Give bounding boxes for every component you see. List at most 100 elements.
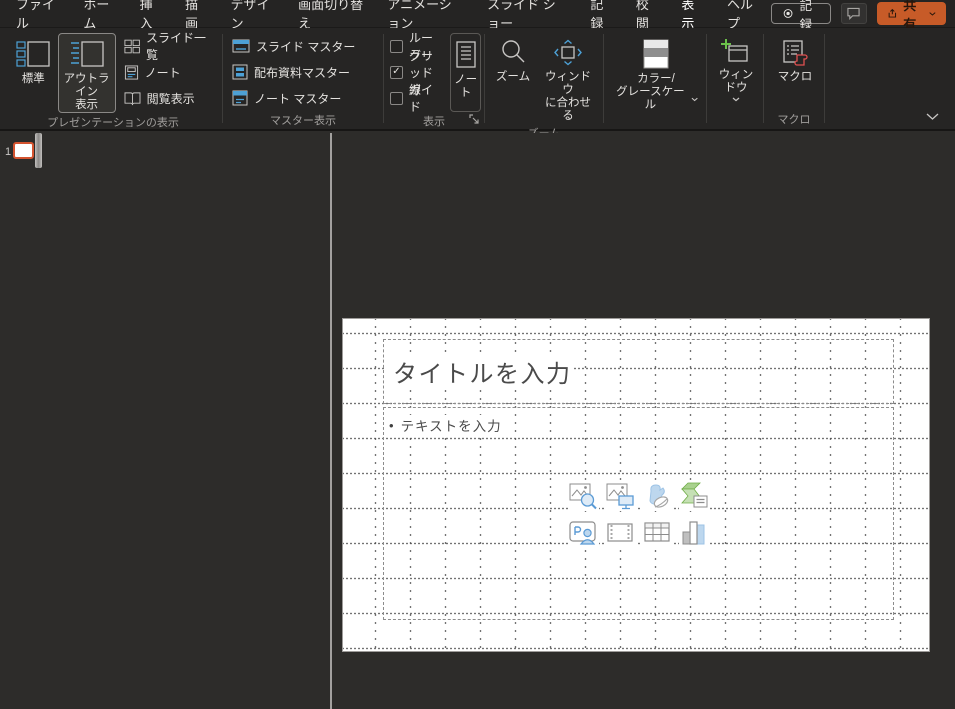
- text-cursor: [35, 133, 42, 168]
- comment-icon: [847, 7, 860, 20]
- tab-home[interactable]: ホーム: [71, 0, 127, 31]
- normal-view-button[interactable]: 標準: [9, 33, 58, 87]
- zoom-icon: [502, 40, 525, 63]
- handout-master-icon: [232, 64, 248, 80]
- group-label-macros: マクロ: [777, 114, 811, 126]
- ribbon-separator: [706, 34, 707, 123]
- tab-help[interactable]: ヘルプ: [715, 0, 771, 31]
- title-placeholder-text: タイトルを入力: [384, 354, 572, 389]
- tab-file[interactable]: ファイル: [4, 0, 71, 31]
- workspace: 1 タイトルを入力 • テキストを入力: [0, 133, 955, 709]
- color-grayscale-icon: [643, 39, 669, 69]
- tab-view[interactable]: 表示: [669, 0, 715, 38]
- bullet-glyph: •: [389, 417, 394, 433]
- comments-button[interactable]: [841, 3, 867, 24]
- fit-to-window-button[interactable]: ウィンドウ に合わせる: [536, 33, 600, 124]
- normal-view-icon: [16, 41, 50, 67]
- ribbon-separator: [222, 34, 223, 123]
- insert-smartart-icon[interactable]: [678, 480, 710, 511]
- menu-bar-right: 記録 共有: [771, 0, 955, 32]
- outline-view-button[interactable]: アウトライン 表示: [57, 33, 116, 113]
- gridlines-checkbox[interactable]: ✓: [390, 65, 403, 79]
- tab-design[interactable]: デザイン: [219, 0, 286, 31]
- share-button[interactable]: 共有: [876, 0, 946, 32]
- ribbon-separator: [383, 34, 384, 123]
- ribbon: 標準 アウトライン 表示 スライド一覧 ノート 閲覧表示 プレゼンテーションの表…: [0, 28, 955, 140]
- outline-view-icon: [70, 41, 104, 67]
- ribbon-separator: [824, 34, 825, 123]
- color-grayscale-button[interactable]: カラー/ グレースケール: [610, 33, 702, 113]
- group-label-presentation-views: プレゼンテーションの表示: [47, 117, 179, 129]
- notes-pane-icon: [455, 41, 476, 68]
- content-insert-icons: [567, 480, 710, 547]
- group-master-views: スライド マスター 配布資料マスター ノート マスター マスター表示: [224, 31, 382, 129]
- zoom-button[interactable]: ズーム: [490, 33, 536, 85]
- new-window-icon: [721, 39, 748, 62]
- check-icon: ✓: [392, 66, 401, 77]
- group-label-color-grayscale: [605, 113, 705, 129]
- chevron-down-icon: [691, 97, 698, 101]
- insert-cameo-icon[interactable]: [567, 516, 599, 547]
- slide[interactable]: タイトルを入力 • テキストを入力: [342, 318, 930, 652]
- record-icon: [784, 9, 793, 18]
- insert-icons-icon[interactable]: [641, 480, 673, 511]
- fit-to-window-icon: [554, 39, 582, 66]
- slide-sorter-button[interactable]: スライド一覧: [120, 31, 219, 62]
- group-show: ルーラー ✓ グリッド線 ガイド ノート 表示: [385, 31, 483, 129]
- ribbon-separator: [484, 34, 485, 123]
- outline-pane[interactable]: 1: [0, 133, 330, 709]
- insert-pictures-icon[interactable]: [604, 480, 636, 511]
- slide-master-icon: [232, 39, 250, 53]
- insert-video-icon[interactable]: [604, 516, 636, 547]
- tab-insert[interactable]: 挿入: [128, 0, 174, 31]
- notes-master-button[interactable]: ノート マスター: [228, 85, 380, 111]
- group-zoom: ズーム ウィンドウ に合わせる ズーム: [486, 31, 602, 140]
- slide-sorter-icon: [124, 39, 140, 53]
- notes-page-button[interactable]: ノート: [120, 59, 219, 85]
- tab-review[interactable]: 校閲: [624, 0, 670, 31]
- title-placeholder[interactable]: タイトルを入力: [383, 339, 894, 404]
- ribbon-separator: [603, 34, 604, 123]
- chevron-down-icon: [732, 97, 740, 102]
- macros-button[interactable]: マクロ: [771, 33, 819, 85]
- insert-table-icon[interactable]: [641, 516, 673, 547]
- reading-view-button[interactable]: 閲覧表示: [120, 85, 219, 111]
- guides-checkbox[interactable]: [390, 91, 403, 105]
- group-window: ウィンドウ: [708, 31, 762, 129]
- chevron-down-icon: [929, 11, 936, 16]
- group-presentation-views: 標準 アウトライン 表示 スライド一覧 ノート 閲覧表示 プレゼンテーションの表…: [5, 31, 221, 129]
- content-placeholder[interactable]: • テキストを入力: [383, 407, 894, 620]
- tab-slideshow[interactable]: スライド ショー: [475, 0, 578, 31]
- body-placeholder-text: テキストを入力: [400, 415, 502, 435]
- collapse-ribbon-icon[interactable]: [926, 113, 939, 121]
- window-button[interactable]: ウィンドウ: [712, 33, 760, 103]
- group-macros: マクロ マクロ: [765, 31, 823, 129]
- ribbon-separator: [763, 34, 764, 123]
- group-color-grayscale: カラー/ グレースケール: [605, 31, 705, 129]
- group-label-window: [708, 110, 762, 129]
- body-prompt-row: • テキストを入力: [384, 408, 893, 435]
- slide-number: 1: [5, 146, 12, 158]
- slide-master-button[interactable]: スライド マスター: [228, 33, 380, 59]
- record-button[interactable]: 記録: [771, 0, 832, 32]
- tab-draw[interactable]: 描画: [173, 0, 219, 31]
- handout-master-button[interactable]: 配布資料マスター: [228, 59, 380, 85]
- notes-master-icon: [232, 90, 248, 106]
- reading-view-icon: [124, 91, 141, 105]
- share-icon: [888, 8, 896, 18]
- insert-chart-icon[interactable]: [678, 516, 710, 547]
- powerpoint-window: ファイル ホーム 挿入 描画 デザイン 画面切り替え アニメーション スライド …: [0, 0, 955, 709]
- slide-thumbnail-icon[interactable]: [13, 142, 34, 159]
- group-label-master-views: マスター表示: [270, 115, 336, 127]
- guides-checkbox-row[interactable]: ガイド: [387, 83, 445, 114]
- tab-animations[interactable]: アニメーション: [375, 0, 475, 31]
- menu-bar: ファイル ホーム 挿入 描画 デザイン 画面切り替え アニメーション スライド …: [0, 0, 955, 38]
- macros-icon: [783, 40, 808, 66]
- slide-canvas-area: タイトルを入力 • テキストを入力: [332, 133, 955, 709]
- ruler-checkbox[interactable]: [390, 39, 403, 53]
- insert-stock-images-icon[interactable]: [567, 480, 599, 511]
- show-dialog-launcher-icon[interactable]: [468, 113, 480, 125]
- notes-pane-button[interactable]: ノート: [450, 33, 481, 112]
- tab-transitions[interactable]: 画面切り替え: [286, 0, 375, 31]
- tab-record[interactable]: 記録: [578, 0, 624, 31]
